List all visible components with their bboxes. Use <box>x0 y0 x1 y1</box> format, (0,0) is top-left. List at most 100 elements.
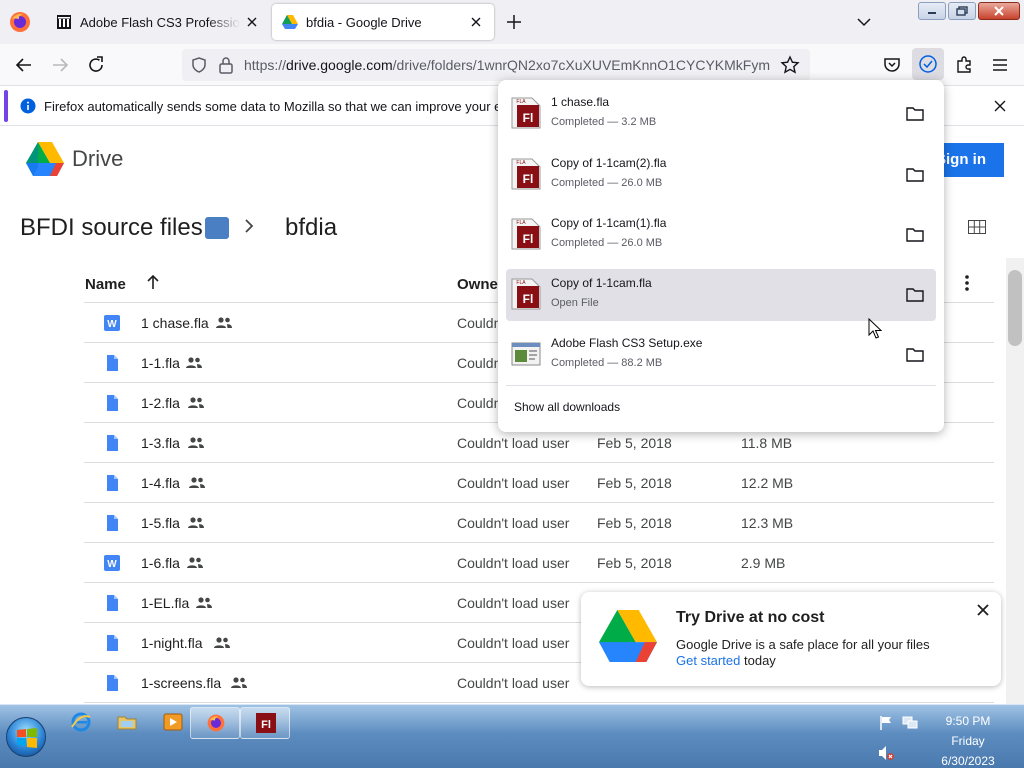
minimize-button[interactable] <box>918 2 946 20</box>
tab-google-drive[interactable]: bfdia - Google Drive <box>272 4 494 40</box>
svg-text:FLA: FLA <box>516 280 526 286</box>
file-icon <box>107 475 118 491</box>
grid-view-icon[interactable] <box>968 220 986 234</box>
svg-text:Fl: Fl <box>523 111 534 125</box>
flash-file-icon: Fl FLA <box>511 218 541 250</box>
file-name: 1-6.fla <box>141 555 180 571</box>
bookmark-star-icon[interactable] <box>780 55 800 75</box>
table-row[interactable]: W 1-6.fla Couldn't load user Feb 5, 2018… <box>84 543 994 583</box>
close-icon[interactable] <box>977 604 989 616</box>
url-path: /drive/folders/1wnrQN2xo7cXuXUVEmKnnO1CY… <box>392 57 770 73</box>
action-center-flag-icon[interactable] <box>878 715 894 731</box>
download-item[interactable]: Fl FLA 1 chase.fla Completed — 3.2 MB <box>506 88 936 140</box>
svg-text:W: W <box>107 319 117 330</box>
scroll-thumb[interactable] <box>1008 270 1022 346</box>
svg-text:Fl: Fl <box>523 292 534 306</box>
clock-day: Friday <box>951 734 985 748</box>
column-header-owner[interactable]: Owner <box>457 276 504 293</box>
download-name: 1 chase.fla <box>551 95 610 109</box>
chevron-down-icon[interactable] <box>856 14 872 30</box>
folder-icon[interactable] <box>906 106 924 122</box>
download-item[interactable]: Fl FLA Copy of 1-1cam.fla Open File <box>506 269 936 321</box>
file-icon <box>107 355 118 371</box>
owner-cell: Couldn't load user <box>457 635 570 651</box>
extensions-puzzle-icon[interactable] <box>954 55 974 75</box>
taskbar-flash-button[interactable]: Fl <box>240 707 290 739</box>
column-header-name[interactable]: Name <box>85 276 126 293</box>
new-tab-icon[interactable] <box>504 12 524 32</box>
file-icon <box>107 395 118 411</box>
firefox-icon[interactable] <box>8 10 32 34</box>
system-clock[interactable]: 9:50 PM Friday 6/30/2023 <box>920 711 1016 768</box>
promo-title: Try Drive at no cost <box>676 609 825 626</box>
download-item[interactable]: Fl FLA Copy of 1-1cam(2).fla Completed — … <box>506 149 936 201</box>
hamburger-menu-icon[interactable] <box>990 55 1010 75</box>
table-row[interactable]: 1-5.fla Couldn't load user Feb 5, 2018 1… <box>84 503 994 543</box>
url-text[interactable]: https://drive.google.com/drive/folders/1… <box>244 57 774 73</box>
download-status: Open File <box>551 297 599 309</box>
file-explorer-icon[interactable] <box>116 711 138 733</box>
more-vert-icon[interactable] <box>964 274 970 292</box>
google-drive-logo-icon <box>599 610 657 662</box>
lock-icon[interactable] <box>218 56 234 74</box>
size-cell: 2.9 MB <box>741 555 786 571</box>
close-window-button[interactable] <box>978 2 1020 20</box>
forward-arrow-icon[interactable] <box>50 55 70 75</box>
download-name: Copy of 1-1cam(1).fla <box>551 216 667 230</box>
get-started-link[interactable]: Get started <box>676 653 740 668</box>
breadcrumb-current[interactable]: bfdia <box>285 214 337 242</box>
flash-file-icon: Fl FLA <box>511 97 541 129</box>
drive-brand[interactable]: Drive <box>72 146 123 172</box>
google-drive-logo-icon[interactable] <box>26 142 64 176</box>
modified-cell: Feb 5, 2018 <box>597 435 672 451</box>
breadcrumb-root[interactable]: BFDI source files <box>20 214 203 242</box>
tab-adobe-flash[interactable]: Adobe Flash CS3 Professional - <box>44 4 270 40</box>
download-name: Copy of 1-1cam.fla <box>551 276 652 290</box>
volume-muted-icon[interactable] <box>878 745 894 761</box>
download-status: Completed — 88.2 MB <box>551 357 663 369</box>
clock-time: 9:50 PM <box>945 714 991 728</box>
back-arrow-icon[interactable] <box>14 55 34 75</box>
folder-icon[interactable] <box>906 287 924 303</box>
svg-text:Fl: Fl <box>261 719 271 731</box>
download-name: Copy of 1-1cam(2).fla <box>551 156 667 170</box>
network-icon[interactable] <box>902 715 918 731</box>
folder-icon[interactable] <box>906 167 924 183</box>
url-host: drive.google.com <box>286 57 393 73</box>
page-scrollbar[interactable] <box>1006 258 1024 704</box>
url-bar[interactable]: https://drive.google.com/drive/folders/1… <box>182 49 810 81</box>
close-icon[interactable] <box>992 98 1008 114</box>
flash-file-icon: Fl FLA <box>511 278 541 310</box>
close-tab-icon[interactable] <box>244 14 260 30</box>
downloads-divider <box>506 385 936 386</box>
size-cell: 11.8 MB <box>741 435 793 451</box>
reload-icon[interactable] <box>86 55 106 75</box>
media-player-icon[interactable] <box>162 711 184 733</box>
download-complete-icon <box>919 55 937 73</box>
file-name: 1-night.fla <box>141 635 203 651</box>
owner-cell: Couldn't load user <box>457 475 570 491</box>
modified-cell: Feb 5, 2018 <box>597 475 672 491</box>
download-item[interactable]: Fl FLA Copy of 1-1cam(1).fla Completed — … <box>506 209 936 261</box>
symbols-emoji-icon <box>205 217 229 239</box>
table-row[interactable]: 1-4.fla Couldn't load user Feb 5, 2018 1… <box>84 463 994 503</box>
modified-cell: Feb 5, 2018 <box>597 555 672 571</box>
download-status: Completed — 3.2 MB <box>551 116 657 128</box>
folder-icon[interactable] <box>906 227 924 243</box>
show-all-downloads-link[interactable]: Show all downloads <box>514 400 620 414</box>
taskbar-firefox-button[interactable] <box>190 707 240 739</box>
url-scheme: https:// <box>244 57 287 73</box>
restore-button[interactable] <box>948 2 976 20</box>
pocket-icon[interactable] <box>882 55 902 75</box>
folder-icon[interactable] <box>906 347 924 363</box>
downloads-button[interactable] <box>912 48 944 80</box>
arrow-up-icon[interactable] <box>146 274 160 290</box>
internet-explorer-icon[interactable] <box>70 711 92 733</box>
owner-cell: Couldn't load user <box>457 675 570 691</box>
tab-title: bfdia - Google Drive <box>306 14 422 30</box>
shield-icon[interactable] <box>190 56 208 74</box>
start-button[interactable] <box>6 717 46 757</box>
shared-people-icon <box>189 477 205 488</box>
shared-people-icon <box>216 317 232 328</box>
close-tab-icon[interactable] <box>468 14 484 30</box>
